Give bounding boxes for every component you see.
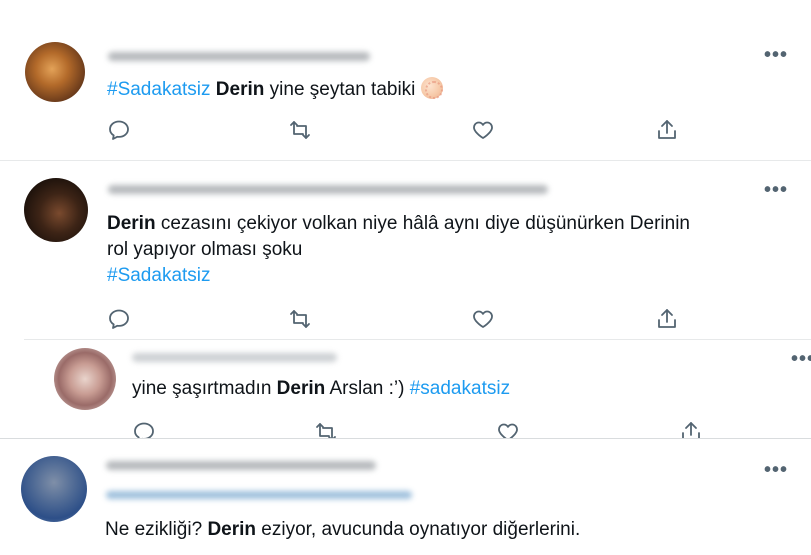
hashtag-link[interactable]: #Sadakatsiz xyxy=(107,79,211,100)
mention-text: Derin xyxy=(215,79,265,100)
more-icon[interactable]: ••• xyxy=(764,179,788,202)
reply-icon[interactable] xyxy=(107,307,131,331)
more-icon[interactable]: ••• xyxy=(764,459,788,482)
tweet-1[interactable]: ••• #Sadakatsiz Derin yine şeytan tabiki xyxy=(0,30,811,160)
tweet-text: #Sadakatsiz Derin yine şeytan tabiki xyxy=(107,76,443,103)
avatar[interactable] xyxy=(24,178,88,242)
hashtag-link[interactable]: #Sadakatsiz xyxy=(107,262,211,289)
mention-text: Derin xyxy=(207,519,257,540)
like-icon[interactable] xyxy=(471,307,495,331)
blurred-username xyxy=(108,185,548,194)
avatar[interactable] xyxy=(25,42,85,102)
tweet-text-line-2: rol yapıyor olması şoku xyxy=(107,239,303,260)
tweet-2[interactable]: ••• Derin cezasını çekiyor volkan niye h… xyxy=(0,161,811,339)
share-icon[interactable] xyxy=(655,118,679,142)
retweet-icon[interactable] xyxy=(288,307,312,331)
hashtag-link[interactable]: #sadakatsiz xyxy=(410,378,510,399)
mention-text: Derin xyxy=(276,378,326,399)
blurred-username xyxy=(132,353,337,362)
tweet-text: Ne ezikliği? Derin eziyor, avucunda oyna… xyxy=(105,519,581,540)
avatar[interactable] xyxy=(54,348,116,410)
mention-text: Derin xyxy=(107,213,156,234)
blurred-username xyxy=(106,461,376,470)
tweet-text: yine şaşırtmadın Derin Arslan :’) #sadak… xyxy=(132,378,511,399)
blurred-username xyxy=(108,52,370,61)
retweet-icon[interactable] xyxy=(314,420,338,438)
tweet-text-line-1: Derin cezasını çekiyor volkan niye hâlâ … xyxy=(107,213,690,234)
reply-icon[interactable] xyxy=(132,420,156,438)
like-icon[interactable] xyxy=(471,118,495,142)
avatar[interactable] xyxy=(21,456,87,522)
tweet-3[interactable]: ••• yine şaşırtmadın Derin Arslan :’) #s… xyxy=(24,340,811,438)
clapping-hands-emoji xyxy=(420,77,443,99)
tweet-4[interactable]: ••• Ne ezikliği? Derin eziyor, avucunda … xyxy=(0,439,811,555)
more-icon[interactable]: ••• xyxy=(791,348,811,371)
reply-icon[interactable] xyxy=(107,118,131,142)
retweet-icon[interactable] xyxy=(288,118,312,142)
more-icon[interactable]: ••• xyxy=(764,44,788,67)
blurred-reply-context xyxy=(106,491,412,499)
like-icon[interactable] xyxy=(496,420,520,438)
share-icon[interactable] xyxy=(679,420,703,438)
share-icon[interactable] xyxy=(655,307,679,331)
